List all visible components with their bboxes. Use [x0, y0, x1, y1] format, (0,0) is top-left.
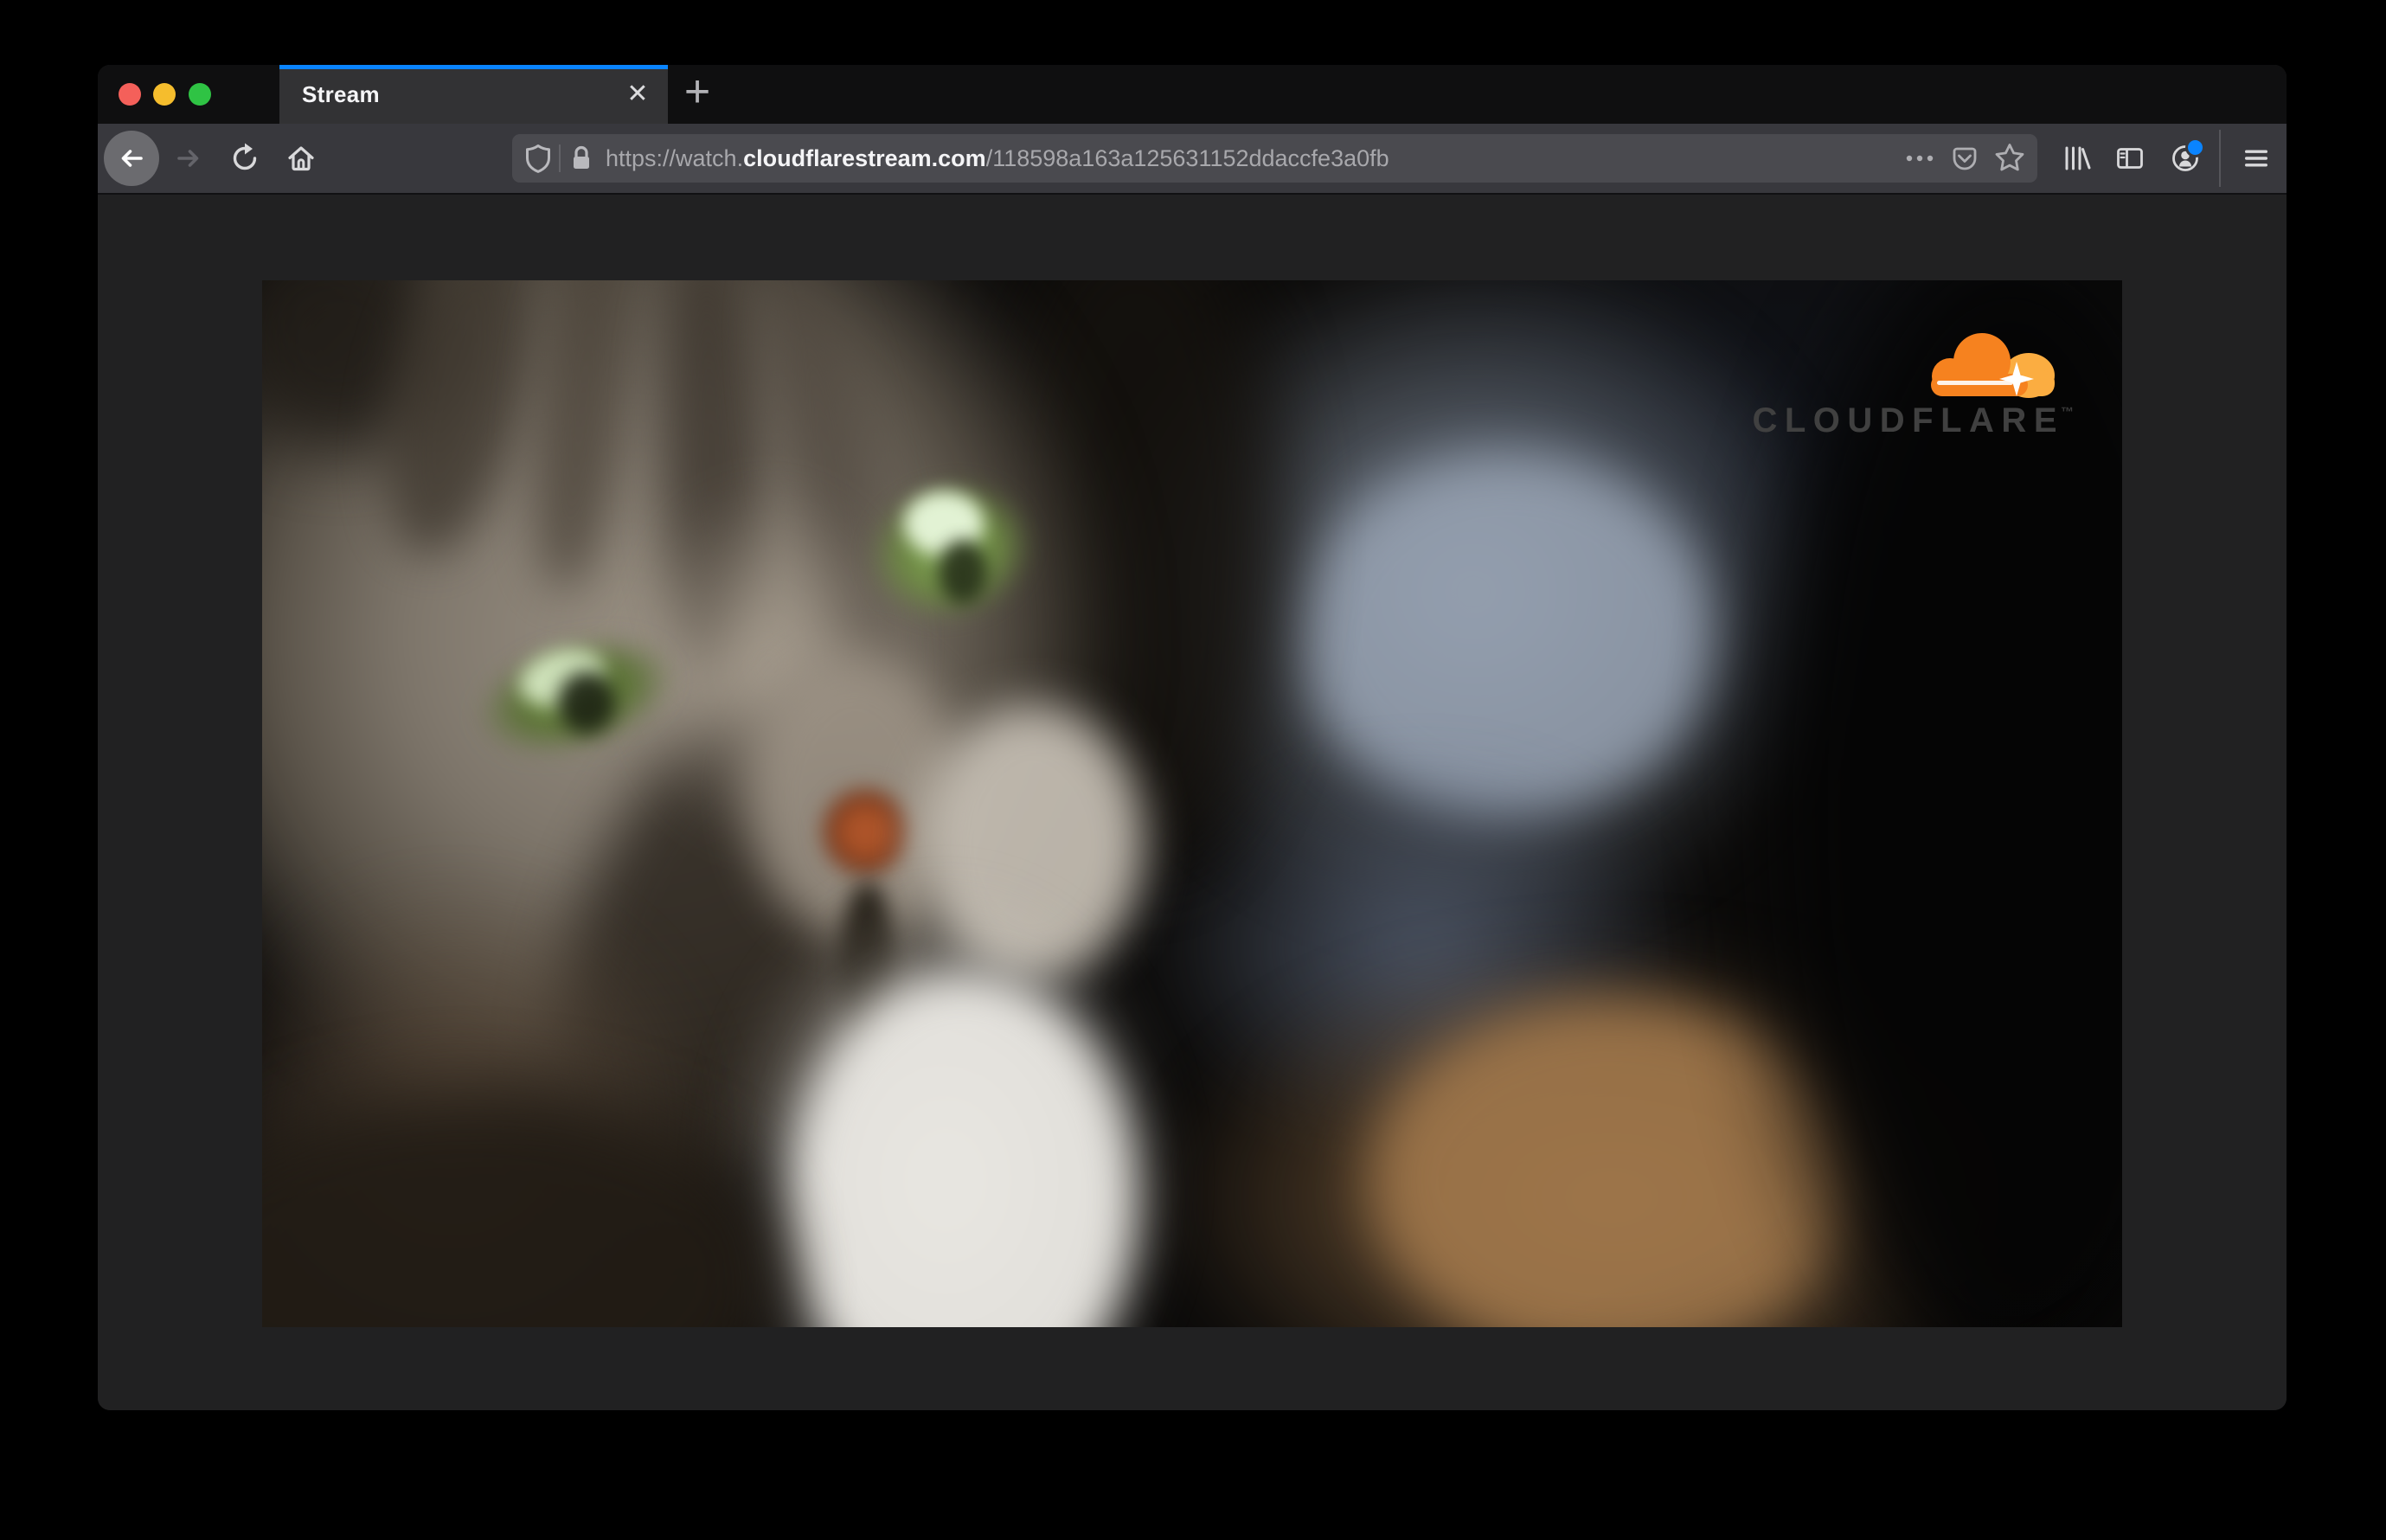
- tab-strip: Stream ✕ +: [98, 65, 2287, 124]
- cloudflare-wordmark: CLOUDFLARE™: [1752, 403, 2074, 438]
- navigation-toolbar: https://watch.cloudflarestream.com/11859…: [98, 124, 2287, 195]
- url-text: https://watch.cloudflarestream.com/11859…: [606, 145, 1389, 172]
- page-actions-icon[interactable]: [1902, 141, 1937, 176]
- page-content: CLOUDFLARE™: [98, 195, 2287, 1410]
- menu-icon: [2245, 150, 2267, 167]
- window-zoom-button[interactable]: [189, 83, 211, 106]
- account-button[interactable]: [2168, 138, 2205, 176]
- home-button[interactable]: [284, 141, 318, 176]
- cloudflare-watermark: CLOUDFLARE™: [1752, 330, 2074, 438]
- library-button[interactable]: [2059, 141, 2094, 176]
- url-bar[interactable]: https://watch.cloudflarestream.com/11859…: [512, 134, 2037, 183]
- window-close-button[interactable]: [119, 83, 141, 106]
- cloudflare-cloud-icon: [1931, 333, 2055, 398]
- browser-window: Stream ✕ + https://watch.cloudflarestrea…: [98, 65, 2287, 1410]
- active-tab-accent: [279, 65, 668, 69]
- sidebar-icon: [2117, 148, 2143, 169]
- reload-button[interactable]: [228, 141, 262, 176]
- tab-stream[interactable]: Stream ✕: [279, 65, 668, 124]
- video-player[interactable]: CLOUDFLARE™: [262, 280, 2122, 1327]
- urlbar-separator: [559, 144, 561, 172]
- toolbar-separator: [2219, 130, 2221, 187]
- url-path: /118598a163a125631152ddaccfe3a0fb: [985, 144, 1389, 171]
- pocket-icon[interactable]: [1947, 141, 1982, 176]
- forward-icon: [177, 150, 199, 167]
- tab-title: Stream: [302, 80, 380, 107]
- reload-icon: [233, 143, 257, 170]
- home-icon: [288, 146, 314, 171]
- sidebar-button[interactable]: [2113, 141, 2147, 176]
- new-tab-button[interactable]: +: [672, 65, 722, 124]
- desktop-background: Stream ✕ + https://watch.cloudflarestrea…: [0, 0, 2386, 1540]
- cloudflare-trademark: ™: [2061, 405, 2074, 420]
- menu-button[interactable]: [2239, 141, 2274, 176]
- url-domain: cloudflarestream.com: [743, 144, 986, 171]
- library-icon: [2065, 146, 2091, 170]
- cloudflare-wordmark-text: CLOUDFLARE: [1752, 401, 2064, 440]
- url-scheme-host: https://watch.: [606, 144, 744, 171]
- tab-close-icon[interactable]: ✕: [620, 77, 655, 112]
- bookmark-star-icon[interactable]: [1992, 141, 2027, 176]
- forward-button[interactable]: [171, 141, 206, 176]
- shield-icon[interactable]: [521, 141, 555, 176]
- back-button[interactable]: [104, 131, 159, 186]
- lock-icon[interactable]: [564, 141, 599, 176]
- back-icon: [121, 150, 143, 167]
- window-minimize-button[interactable]: [153, 83, 176, 106]
- account-notification-dot: [2185, 138, 2205, 157]
